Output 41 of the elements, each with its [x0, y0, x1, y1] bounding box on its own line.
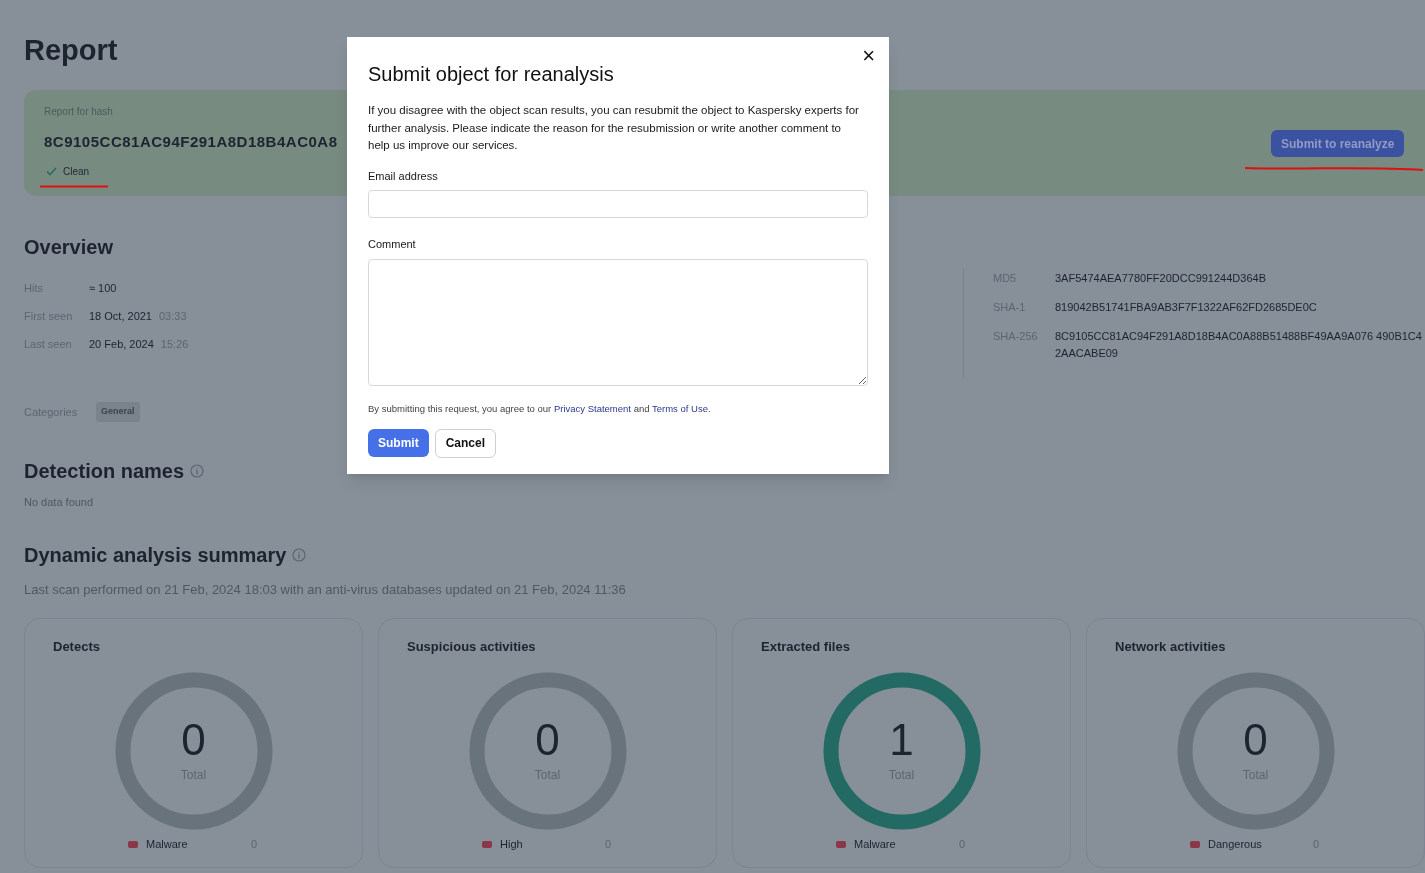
terms-of-use-link[interactable]: Terms of Use	[651, 402, 708, 414]
hash-text: 3AF5474AEA7780FF20DCC991244D364B	[1055, 271, 1267, 286]
total-count: 1	[889, 718, 914, 762]
hash-text: 8C9105CC81AC94F291A8D18B4AC0A88B51488BF49AA9A076 490B1C42AACABE09	[1055, 329, 1423, 361]
dialog-title: Submit object for reanalysis	[368, 62, 615, 87]
info-icon[interactable]	[292, 548, 307, 562]
field-label: Email address	[368, 168, 439, 184]
email-field[interactable]	[368, 190, 868, 218]
legend-label: Malware	[854, 838, 897, 851]
total-count: 0	[1243, 718, 1268, 762]
hash-value: 8C9105CC81AC94F291A8D18B4AC0A8	[44, 132, 338, 152]
legend-label: High	[500, 838, 524, 851]
card-title: Suspicious activities	[407, 637, 537, 656]
field-value: ≈ 100	[89, 281, 117, 296]
section-title: Dynamic analysis summary	[24, 543, 287, 568]
card-title: Extracted files	[761, 637, 851, 656]
field-value: 18 Oct, 2021	[89, 309, 152, 324]
comment-field[interactable]	[368, 258, 868, 386]
field-value: 20 Feb, 2024	[89, 337, 154, 352]
submit-button[interactable]: Submit	[368, 428, 429, 457]
card-title: Network activities	[1115, 637, 1227, 656]
info-icon[interactable]	[190, 463, 205, 478]
consent-text: By submitting this request, you agree to our Privacy Statement and Terms of Use.	[368, 401, 712, 416]
field-label: Comment	[368, 237, 417, 252]
dialog-description: If you disagree with the object scan results, you can resubmit the object to Kaspersky experts for further analysis. Please indicate the reason for the resubmission or write another comment to help us improve our services.	[368, 103, 860, 153]
section-title: Detection names	[24, 458, 185, 484]
page-title: Report	[24, 33, 118, 68]
legend-label: Malware	[146, 838, 189, 851]
close-button[interactable]: ×	[862, 45, 875, 67]
card-title: Detects	[53, 637, 101, 656]
cancel-button[interactable]: Cancel	[434, 428, 497, 458]
underline-mark	[39, 185, 109, 188]
total-count: 0	[181, 718, 206, 762]
hash-text: 819042B51741FBA9AB3F7F1322AF62FD2685DE0C	[1055, 300, 1318, 315]
privacy-statement-link[interactable]: Privacy Statement	[553, 402, 631, 414]
category-tag: General	[96, 402, 140, 422]
total-count: 0	[535, 718, 560, 762]
legend-label: Dangerous	[1208, 838, 1263, 851]
check-icon	[46, 166, 57, 176]
section-title: Overview	[24, 235, 113, 260]
verdict-label: Clean	[63, 164, 90, 179]
